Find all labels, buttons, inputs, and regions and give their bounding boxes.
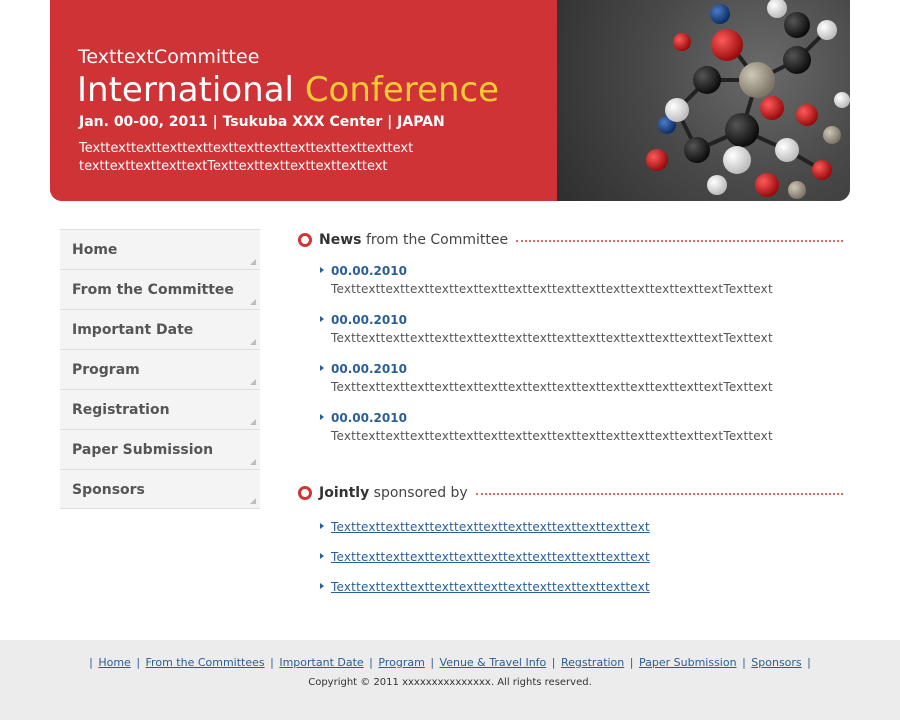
list-item: Texttexttexttexttexttexttexttexttexttext… xyxy=(298,578,843,608)
conference-title-part2: Conference xyxy=(304,70,500,110)
list-item: 00.00.2010 Texttexttexttexttexttexttextt… xyxy=(298,361,843,397)
list-item: Texttexttexttexttexttexttexttexttexttext… xyxy=(298,548,843,578)
separator: | xyxy=(136,656,141,669)
committee-name: TexttextCommittee xyxy=(78,46,260,68)
news-heading: News from the Committee xyxy=(298,229,843,251)
news-text: Texttexttexttexttexttexttexttexttexttext… xyxy=(331,331,773,345)
separator: | xyxy=(629,656,634,669)
ring-bullet-icon xyxy=(298,233,312,247)
banner-title-panel: TexttextCommittee International Conferen… xyxy=(50,0,557,201)
news-title-rest: from the Committee xyxy=(365,232,509,248)
sponsor-link[interactable]: Texttexttexttexttexttexttexttexttexttext… xyxy=(331,520,650,534)
sponsor-link[interactable]: Texttexttexttexttexttexttexttexttexttext… xyxy=(331,550,650,564)
footer-link-paper-submission[interactable]: Paper Submission xyxy=(639,656,737,669)
footer-link-home[interactable]: Home xyxy=(98,656,130,669)
separator: | xyxy=(430,656,435,669)
molecule-model-image xyxy=(557,0,850,201)
sidebar-item-sponsors[interactable]: Sponsors xyxy=(60,469,260,509)
conference-description: Texttexttexttexttexttexttexttexttexttext… xyxy=(79,140,413,176)
list-item: Texttexttexttexttexttexttexttexttexttext… xyxy=(298,518,843,548)
dotted-divider xyxy=(475,493,843,495)
sidebar-item-label: Paper Submission xyxy=(72,442,214,458)
sponsors-title-bold: Jointly xyxy=(319,485,370,501)
footer-link-from-the-committees[interactable]: From the Committees xyxy=(146,656,265,669)
separator: | xyxy=(270,656,274,669)
dotted-divider xyxy=(516,240,843,242)
sidebar-item-from-the-committee[interactable]: From the Committee xyxy=(60,269,260,309)
footer-link-registration[interactable]: Regstration xyxy=(561,656,624,669)
corner-arrow-icon xyxy=(250,259,256,265)
separator: | xyxy=(89,656,93,669)
corner-arrow-icon xyxy=(250,419,256,425)
corner-arrow-icon xyxy=(250,299,256,305)
conference-title: International Conference xyxy=(77,70,499,110)
conference-date-venue: Jan. 00-00, 2011 | Tsukuba XXX Center | … xyxy=(79,114,445,130)
sidebar-nav: Home From the Committee Important Date P… xyxy=(60,229,260,509)
conference-title-part1: International xyxy=(77,70,294,110)
sidebar-item-label: Program xyxy=(72,362,140,378)
sidebar-item-label: From the Committee xyxy=(72,282,234,298)
news-text: Texttexttexttexttexttexttexttexttexttext… xyxy=(331,429,773,443)
arrow-bullet-icon xyxy=(320,523,324,529)
arrow-bullet-icon xyxy=(320,365,324,371)
sidebar-item-paper-submission[interactable]: Paper Submission xyxy=(60,429,260,469)
sponsor-link[interactable]: Texttexttexttexttexttexttexttexttexttext… xyxy=(331,580,650,594)
footer-link-program[interactable]: Program xyxy=(378,656,424,669)
sidebar-item-program[interactable]: Program xyxy=(60,349,260,389)
ring-bullet-icon xyxy=(298,486,312,500)
news-text: Texttexttexttexttexttexttexttexttexttext… xyxy=(331,380,773,394)
footer: | Home | From the Committees | Important… xyxy=(0,640,900,720)
sponsors-title: Jointly sponsored by xyxy=(319,485,468,501)
header-banner: TexttextCommittee International Conferen… xyxy=(50,0,850,201)
molecule-illustration xyxy=(646,0,850,199)
description-line-1: Texttexttexttexttexttexttexttexttexttext… xyxy=(79,141,414,156)
news-text: Texttexttexttexttexttexttexttexttexttext… xyxy=(331,282,773,296)
sponsors-section: Jointly sponsored by Texttexttexttexttex… xyxy=(298,482,843,608)
copyright-text: Copyright © 2011 xxxxxxxxxxxxxxx. All ri… xyxy=(308,677,592,688)
news-title-bold: News xyxy=(319,232,362,248)
news-list: 00.00.2010 Texttexttexttexttexttexttextt… xyxy=(298,263,843,446)
sidebar-item-home[interactable]: Home xyxy=(60,229,260,269)
sidebar-item-label: Registration xyxy=(72,402,170,418)
arrow-bullet-icon xyxy=(320,267,324,273)
footer-nav: | Home | From the Committees | Important… xyxy=(0,656,900,669)
arrow-bullet-icon xyxy=(320,553,324,559)
arrow-bullet-icon xyxy=(320,316,324,322)
list-item: 00.00.2010 Texttexttexttexttexttexttextt… xyxy=(298,410,843,446)
corner-arrow-icon xyxy=(250,459,256,465)
sidebar-item-registration[interactable]: Registration xyxy=(60,389,260,429)
footer-link-sponsors[interactable]: Sponsors xyxy=(751,656,801,669)
separator: | xyxy=(742,656,746,669)
arrow-bullet-icon xyxy=(320,583,324,589)
corner-arrow-icon xyxy=(250,339,256,345)
sidebar-item-label: Sponsors xyxy=(72,482,145,498)
description-line-2: texttexttexttexttextTexttexttexttexttext… xyxy=(79,159,388,174)
news-date: 00.00.2010 xyxy=(331,313,407,327)
sidebar-item-important-date[interactable]: Important Date xyxy=(60,309,260,349)
list-item: 00.00.2010 Texttexttexttexttexttexttextt… xyxy=(298,312,843,348)
sidebar-item-label: Important Date xyxy=(72,322,194,338)
corner-arrow-icon xyxy=(250,498,256,504)
separator: | xyxy=(369,656,373,669)
news-date: 00.00.2010 xyxy=(331,264,407,278)
news-date: 00.00.2010 xyxy=(331,362,407,376)
arrow-bullet-icon xyxy=(320,414,324,420)
sidebar-item-label: Home xyxy=(72,242,118,258)
sponsor-list: Texttexttexttexttexttexttexttexttexttext… xyxy=(298,518,843,608)
news-title: News from the Committee xyxy=(319,232,508,248)
news-section: News from the Committee 00.00.2010 Textt… xyxy=(298,229,843,459)
sponsors-heading: Jointly sponsored by xyxy=(298,482,843,504)
separator: | xyxy=(551,656,556,669)
footer-link-important-date[interactable]: Important Date xyxy=(279,656,363,669)
separator: | xyxy=(807,656,811,669)
news-date: 00.00.2010 xyxy=(331,411,407,425)
footer-link-venue-travel-info[interactable]: Venue & Travel Info xyxy=(440,656,547,669)
list-item: 00.00.2010 Texttexttexttexttexttexttextt… xyxy=(298,263,843,299)
corner-arrow-icon xyxy=(250,379,256,385)
sponsors-title-rest: sponsored by xyxy=(373,485,468,501)
